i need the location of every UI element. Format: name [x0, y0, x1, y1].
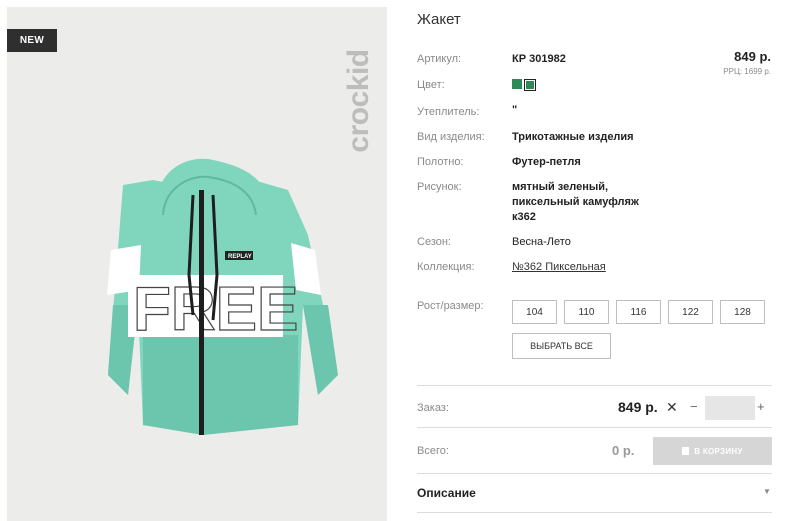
- select-all-button[interactable]: ВЫБРАТЬ ВСЕ: [512, 333, 611, 359]
- brand-logo: crockid: [342, 49, 375, 153]
- size-button-122[interactable]: 122: [668, 300, 713, 324]
- product-price: 849 р.: [734, 49, 771, 64]
- spec-label-collection: Коллекция:: [417, 261, 475, 273]
- divider: [417, 473, 772, 474]
- bag-icon: [682, 447, 690, 455]
- svg-text:REPLAY: REPLAY: [228, 254, 252, 260]
- divider: [417, 512, 772, 513]
- divider: [417, 385, 772, 386]
- color-swatches: [512, 79, 536, 91]
- chevron-down-icon[interactable]: ▼: [763, 487, 771, 496]
- increment-button[interactable]: +: [757, 399, 765, 414]
- add-to-cart-label: В КОРЗИНУ: [694, 446, 743, 456]
- size-button-110[interactable]: 110: [564, 300, 609, 324]
- add-to-cart-button[interactable]: В КОРЗИНУ: [653, 437, 772, 465]
- spec-label-type: Вид изделия:: [417, 131, 485, 143]
- spec-label-season: Сезон:: [417, 236, 451, 248]
- order-label: Заказ:: [417, 402, 449, 414]
- size-label: Рост/размер:: [417, 300, 484, 312]
- product-photo[interactable]: crockid FREE REPLAY: [7, 7, 387, 521]
- jacket-illustration: FREE REPLAY: [107, 158, 338, 435]
- spec-value-article: КР 301982: [512, 53, 566, 65]
- size-button-116[interactable]: 116: [616, 300, 661, 324]
- color-swatch[interactable]: [512, 79, 522, 89]
- spec-value-season: Весна-Лето: [512, 236, 571, 248]
- order-price: 849 р.: [618, 399, 658, 415]
- remove-icon[interactable]: ✕: [666, 399, 678, 416]
- spec-value-type: Трикотажные изделия: [512, 131, 634, 143]
- total-value: 0 р.: [612, 443, 635, 458]
- collection-link[interactable]: №362 Пиксельная: [512, 260, 606, 275]
- size-options: 104 110 116 122 128: [512, 300, 765, 324]
- divider: [417, 427, 772, 428]
- size-button-128[interactable]: 128: [720, 300, 765, 324]
- spec-label-insulation: Утеплитель:: [417, 106, 480, 118]
- size-button-104[interactable]: 104: [512, 300, 557, 324]
- product-title: Жакет: [417, 11, 461, 28]
- spec-label-article: Артикул:: [417, 53, 462, 65]
- spec-label-fabric: Полотно:: [417, 156, 464, 168]
- decrement-button[interactable]: −: [690, 399, 698, 414]
- spec-label-pattern: Рисунок:: [417, 181, 462, 193]
- rrp-price: РРЦ: 1699 р.: [723, 67, 771, 76]
- spec-value-insulation: ": [512, 104, 518, 116]
- description-toggle[interactable]: Описание: [417, 486, 476, 500]
- spec-value-pattern: мятный зеленый, пиксельный камуфляж к362: [512, 181, 639, 223]
- quantity-input[interactable]: [705, 396, 755, 420]
- color-swatch-selected[interactable]: [524, 79, 536, 91]
- total-label: Всего:: [417, 445, 449, 457]
- spec-label-color: Цвет:: [417, 79, 445, 91]
- new-badge: NEW: [7, 29, 57, 52]
- spec-value-fabric: Футер-петля: [512, 156, 581, 168]
